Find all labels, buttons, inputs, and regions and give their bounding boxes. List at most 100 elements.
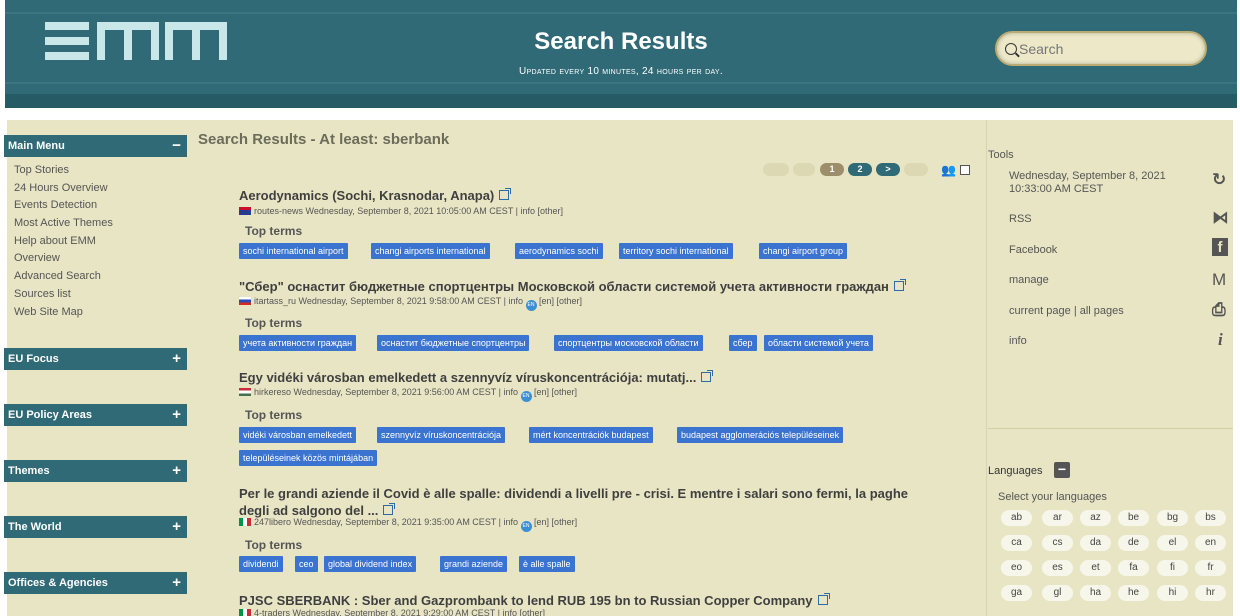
menu-item-site-map[interactable]: Web Site Map [14,306,113,324]
term-tag[interactable]: сбер [729,335,757,351]
lang-pill[interactable]: ha [1080,585,1111,601]
lang-pill[interactable]: ca [1001,535,1032,551]
term-tag[interactable]: településeinek közös mintájában [239,450,378,466]
lang-pill[interactable]: fa [1118,560,1149,576]
lang-pill[interactable]: cs [1042,535,1073,551]
print-icon[interactable]: ⎙ [1212,300,1226,320]
rss-icon[interactable]: ⧑ [1212,208,1229,228]
term-tag[interactable]: budapest agglomerációs településeinek [677,427,844,443]
term-tag[interactable]: vidéki városban emelkedett [239,427,357,443]
term-tag[interactable]: aerodynamics sochi [515,243,603,259]
lang-pill[interactable]: he [1118,585,1149,601]
lang-pill[interactable]: gl [1042,585,1073,601]
menu-section-offices[interactable]: Offices & Agencies + [4,572,187,594]
term-tag[interactable]: ceo [295,556,318,572]
menu-section-eu-focus[interactable]: EU Focus + [4,348,187,370]
menu-item-help[interactable]: Help about EMM [14,235,113,253]
lang-pill[interactable]: es [1042,560,1073,576]
article-title[interactable]: "Сбер" оснастит бюджетные спортцентры Мо… [239,278,906,295]
menu-item-top-stories[interactable]: Top Stories [14,164,113,182]
pager-page-1[interactable]: 1 [820,163,844,176]
refresh-icon[interactable]: ↻ [1212,170,1226,190]
menu-item-sources-list[interactable]: Sources list [14,288,113,306]
lang-pill[interactable]: be [1118,510,1149,526]
menu-item-events-detection[interactable]: Events Detection [14,199,113,217]
lang-pill[interactable]: fr [1195,560,1226,576]
expand-icon[interactable]: + [172,518,181,535]
info-icon[interactable]: i [1218,330,1223,350]
external-link-icon[interactable] [383,503,396,515]
lang-pill[interactable]: bs [1195,510,1226,526]
lang-pill[interactable]: et [1080,560,1111,576]
term-tag[interactable]: dividendi [239,556,283,572]
menu-section-eu-policy[interactable]: EU Policy Areas + [4,404,187,426]
lang-pill[interactable]: da [1080,535,1111,551]
lang-pill[interactable]: el [1157,535,1188,551]
term-tag[interactable]: changi airport group [759,243,848,259]
expand-icon[interactable]: + [172,462,181,479]
lang-pill[interactable]: hi [1157,585,1188,601]
term-tag[interactable]: global dividend index [324,556,417,572]
people-icon[interactable]: 👥 [941,163,956,177]
lang-pill[interactable]: ar [1042,510,1073,526]
term-tag[interactable]: учета активности граждан [239,335,357,351]
rss-link[interactable]: RSS [1009,213,1032,225]
menu-item-24h-overview[interactable]: 24 Hours Overview [14,182,113,200]
info-link[interactable]: info [1009,335,1027,347]
translate-en-icon[interactable]: EN [520,391,532,402]
term-tag[interactable]: grandi aziende [440,556,508,572]
search-input[interactable] [1019,40,1189,57]
expand-icon[interactable]: + [172,574,181,591]
menu-section-themes[interactable]: Themes + [4,460,187,482]
article-title[interactable]: PJSC SBERBANK : Sber and Gazprombank to … [239,592,830,609]
search-box[interactable] [995,31,1207,66]
print-all-pages[interactable]: all pages [1080,305,1124,317]
term-tag[interactable]: спортцентры московской области [554,335,703,351]
lang-pill[interactable]: bg [1157,510,1188,526]
external-link-icon[interactable] [701,370,714,382]
facebook-icon[interactable]: f [1212,238,1228,256]
menu-item-most-active-themes[interactable]: Most Active Themes [14,217,113,235]
external-link-icon[interactable] [499,188,512,200]
lang-pill[interactable]: de [1118,535,1149,551]
lang-pill[interactable]: fi [1157,560,1188,576]
external-link-icon[interactable] [817,593,830,605]
menu-item-overview[interactable]: Overview [14,252,113,270]
article-title[interactable]: Aerodynamics (Sochi, Krasnodar, Anapa) [239,187,512,204]
translate-en-icon[interactable]: EN [525,300,537,311]
lang-pill[interactable]: ga [1001,585,1032,601]
translate-en-icon[interactable]: EN [520,521,532,532]
facebook-link[interactable]: Facebook [1009,244,1057,256]
lang-pill[interactable]: az [1080,510,1111,526]
term-tag[interactable]: szennyvíz víruskoncentrációja [377,427,506,443]
term-tag[interactable]: оснастит бюджетные спортцентры [377,335,530,351]
term-tag[interactable]: è alle spalle [519,556,575,572]
lang-pill[interactable]: hr [1195,585,1226,601]
expand-icon[interactable]: + [172,350,181,367]
print-current-page[interactable]: current page [1009,305,1071,317]
gmail-icon[interactable]: M [1212,270,1226,290]
pager-page-2[interactable]: 2 [848,163,872,176]
term-tag[interactable]: mért koncentrációk budapest [529,427,653,443]
article-title[interactable]: Per le grandi aziende il Covid è alle sp… [239,485,908,519]
manage-link[interactable]: manage [1009,274,1049,286]
pager-next[interactable]: > [876,163,900,176]
lang-pill[interactable]: en [1195,535,1226,551]
select-checkbox[interactable] [960,165,970,175]
term-tag[interactable]: changi airports international [371,243,490,259]
article-title[interactable]: Egy vidéki városban emelkedett a szennyv… [239,369,714,386]
external-link-icon[interactable] [893,279,906,291]
collapse-languages-icon[interactable]: − [1054,462,1070,478]
menu-item-advanced-search[interactable]: Advanced Search [14,270,113,288]
term-tag[interactable]: области системой учета [764,335,873,351]
lang-pill[interactable]: ab [1001,510,1032,526]
term-tag[interactable]: sochi international airport [239,243,348,259]
flag-it-icon [239,609,251,616]
main-menu-header[interactable]: Main Menu − [4,135,187,157]
expand-icon[interactable]: + [172,406,181,423]
menu-section-the-world[interactable]: The World + [4,516,187,538]
term-tag[interactable]: territory sochi international [619,243,733,259]
collapse-icon[interactable]: − [172,137,181,154]
lang-pill[interactable]: eo [1001,560,1032,576]
pager-last [904,163,928,176]
